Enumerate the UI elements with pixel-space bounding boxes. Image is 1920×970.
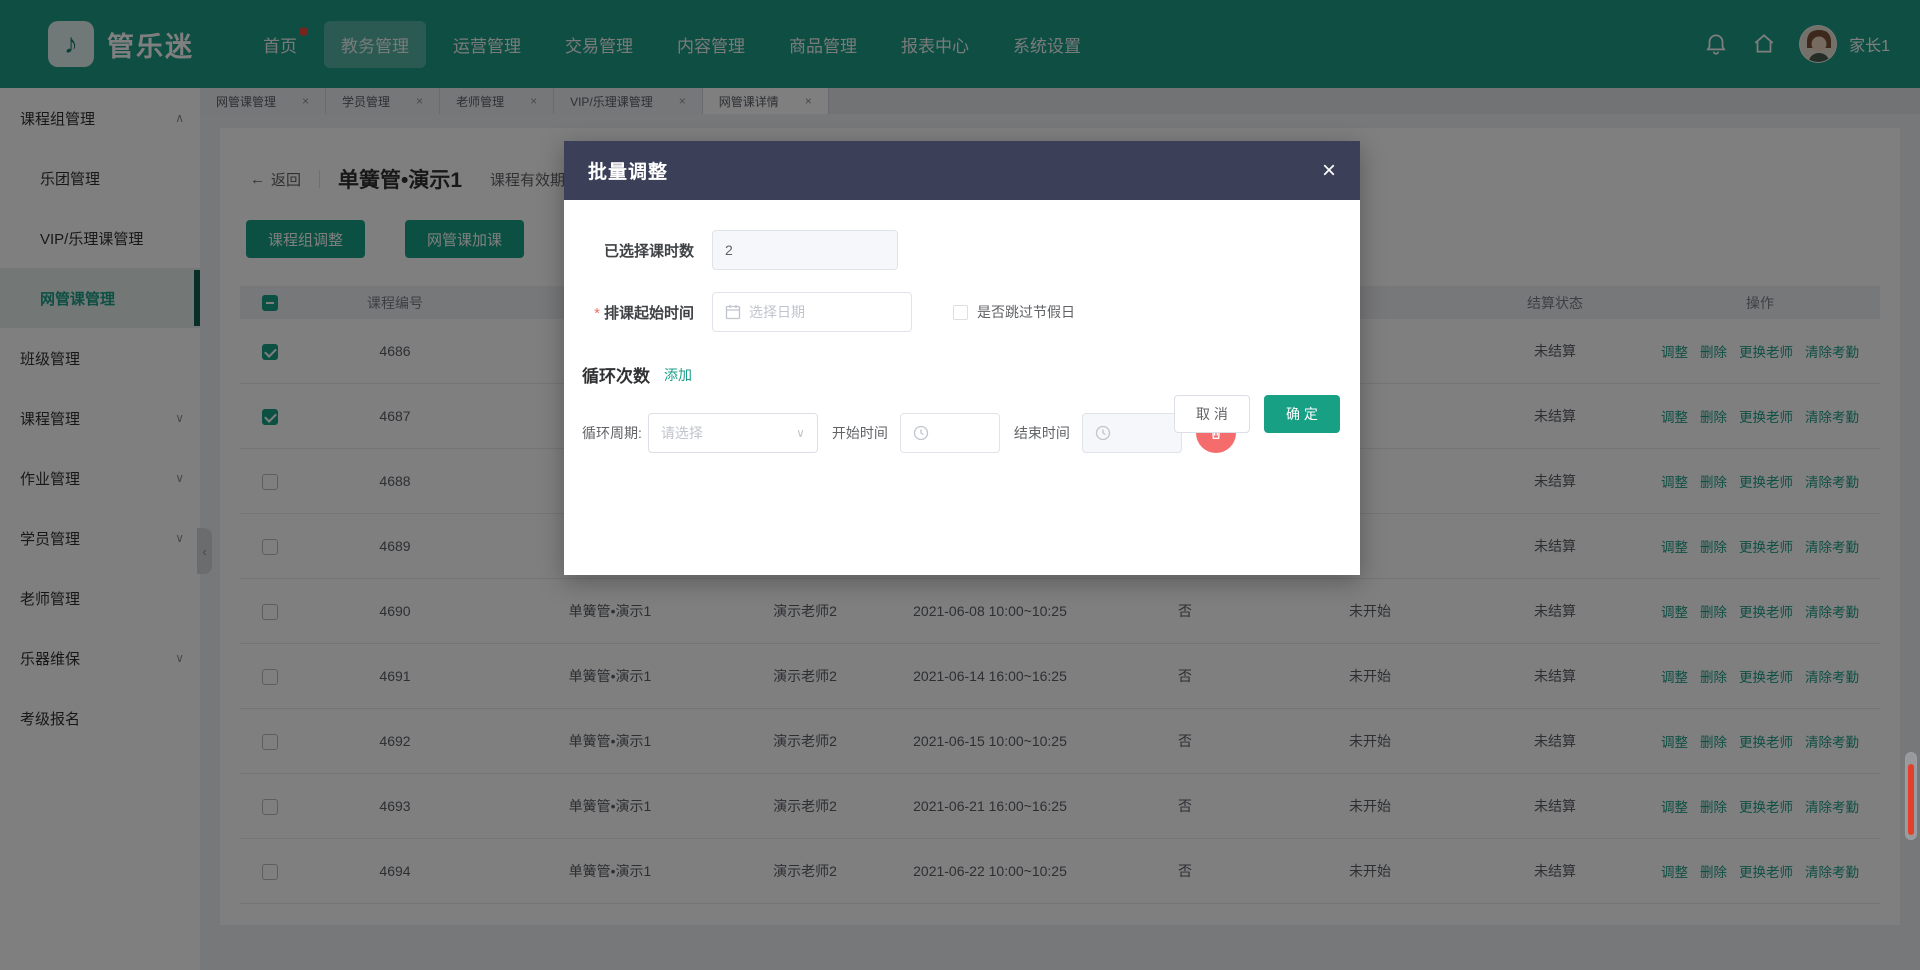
chevron-down-icon: ∨	[796, 426, 805, 440]
confirm-button[interactable]: 确 定	[1264, 395, 1340, 433]
clock-icon	[913, 425, 929, 441]
calendar-icon	[725, 304, 741, 320]
dialog-header: 批量调整 ×	[564, 141, 1360, 200]
batch-adjust-dialog: 批量调整 × 已选择课时数 2 排课起始时间 选择日期 是否跳过节假日 循环次数…	[564, 141, 1360, 575]
start-date-label: 排课起始时间	[576, 302, 694, 323]
start-time-label: 开始时间	[832, 423, 888, 443]
cycle-section-title: 循环次数	[582, 362, 650, 387]
page-scrollbar[interactable]	[1905, 752, 1917, 840]
close-icon[interactable]: ×	[1322, 159, 1336, 183]
cancel-button[interactable]: 取 消	[1174, 395, 1250, 433]
cycle-period-select[interactable]: 请选择 ∨	[648, 413, 818, 453]
selected-hours-field[interactable]: 2	[712, 230, 898, 270]
start-date-picker[interactable]: 选择日期	[712, 292, 912, 332]
start-time-picker[interactable]	[900, 413, 1000, 453]
end-time-label: 结束时间	[1014, 423, 1070, 443]
checkbox-icon	[953, 305, 968, 320]
add-cycle-link[interactable]: 添加	[664, 365, 692, 385]
cycle-period-label: 循环周期:	[582, 423, 642, 443]
selected-hours-label: 已选择课时数	[576, 240, 694, 261]
skip-holiday-checkbox[interactable]: 是否跳过节假日	[944, 302, 1075, 322]
clock-icon	[1095, 425, 1111, 441]
dialog-title: 批量调整	[588, 157, 668, 184]
end-time-picker[interactable]	[1082, 413, 1182, 453]
